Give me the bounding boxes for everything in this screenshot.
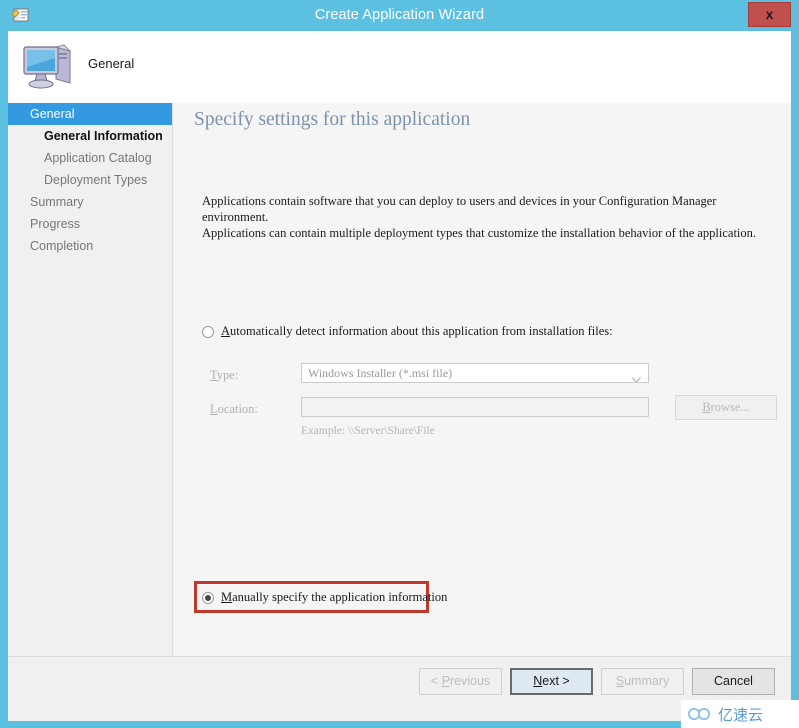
previous-button[interactable]: < Previous: [419, 668, 502, 695]
location-field-label-text: ocation:: [217, 402, 258, 416]
page-description-line-2: Applications can contain multiple deploy…: [202, 226, 757, 240]
browse-button-text: rowse...: [710, 400, 750, 414]
radio-automatic-detect-indicator[interactable]: [202, 325, 214, 338]
radio-manual-specify-indicator[interactable]: [202, 591, 214, 604]
previous-button-prefix: <: [430, 674, 442, 688]
location-field-label: Location:: [210, 402, 258, 417]
sidebar-item-summary[interactable]: Summary: [8, 191, 172, 213]
cancel-button[interactable]: Cancel: [692, 668, 775, 695]
location-field-accel: L: [210, 402, 218, 416]
radio-manual-specify-accel: M: [221, 590, 233, 604]
create-application-wizard-window: Create Application Wizard x General Gene…: [0, 0, 799, 728]
radio-manual-specify-label: Manually specify the application informa…: [221, 590, 447, 605]
summary-button-text: ummary: [624, 674, 670, 688]
type-field-label-text: ype:: [216, 368, 239, 382]
wizard-header: General: [8, 31, 791, 103]
chevron-down-icon[interactable]: [632, 370, 641, 383]
computer-monitor-icon: [20, 39, 78, 95]
wizard-step-sidebar: General General Information Application …: [8, 103, 173, 721]
page-title: Specify settings for this application: [194, 109, 471, 130]
radio-automatic-detect-accel: A: [221, 324, 231, 338]
next-button-text: ext >: [542, 674, 570, 688]
watermark-text: 亿速云: [718, 705, 764, 724]
browse-button-accel: B: [702, 400, 711, 414]
type-dropdown[interactable]: Windows Installer (*.msi file): [301, 363, 649, 383]
radio-automatic-detect[interactable]: Automatically detect information about t…: [202, 324, 613, 339]
sidebar-item-progress[interactable]: Progress: [8, 213, 172, 235]
summary-button-accel: S: [615, 674, 625, 688]
sidebar-item-general-information[interactable]: General Information: [8, 125, 172, 147]
wizard-content-pane: Specify settings for this application Ap…: [173, 103, 791, 721]
next-button[interactable]: Next >: [510, 668, 593, 695]
sidebar-item-application-catalog[interactable]: Application Catalog: [8, 147, 172, 169]
cloud-logo-icon: [687, 706, 713, 722]
previous-button-accel: P: [441, 674, 450, 688]
sidebar-item-completion[interactable]: Completion: [8, 235, 172, 257]
location-input[interactable]: [301, 397, 649, 417]
browse-button[interactable]: Browse...: [675, 395, 777, 420]
radio-manual-specify-text: anually specify the application informat…: [232, 590, 448, 604]
location-example-text: Example: \\Server\Share\File: [301, 425, 435, 437]
radio-manual-specify[interactable]: Manually specify the application informa…: [202, 590, 447, 605]
type-field-accel: T: [210, 368, 217, 382]
summary-button[interactable]: Summary: [601, 668, 684, 695]
type-dropdown-value: Windows Installer (*.msi file): [308, 366, 453, 380]
page-description-line-1: Applications contain software that you c…: [202, 194, 717, 224]
radio-automatic-detect-text: utomatically detect information about th…: [230, 324, 613, 338]
wizard-body: General General Information Application …: [8, 103, 791, 721]
window-title: Create Application Wizard: [314, 7, 485, 23]
previous-button-text: revious: [449, 674, 491, 688]
page-description: Applications contain software that you c…: [202, 193, 762, 241]
close-icon[interactable]: x: [748, 2, 791, 27]
next-button-accel: N: [533, 674, 543, 688]
header-step-label: General: [88, 56, 135, 71]
title-bar: Create Application Wizard x: [8, 0, 791, 31]
wizard-footer: < Previous Next > Summary Cancel: [8, 656, 791, 721]
sidebar-item-general[interactable]: General: [8, 103, 172, 125]
watermark: 亿速云: [681, 700, 799, 728]
sidebar-item-deployment-types[interactable]: Deployment Types: [8, 169, 172, 191]
radio-automatic-detect-label: Automatically detect information about t…: [221, 324, 613, 339]
type-field-label: Type:: [210, 368, 238, 383]
